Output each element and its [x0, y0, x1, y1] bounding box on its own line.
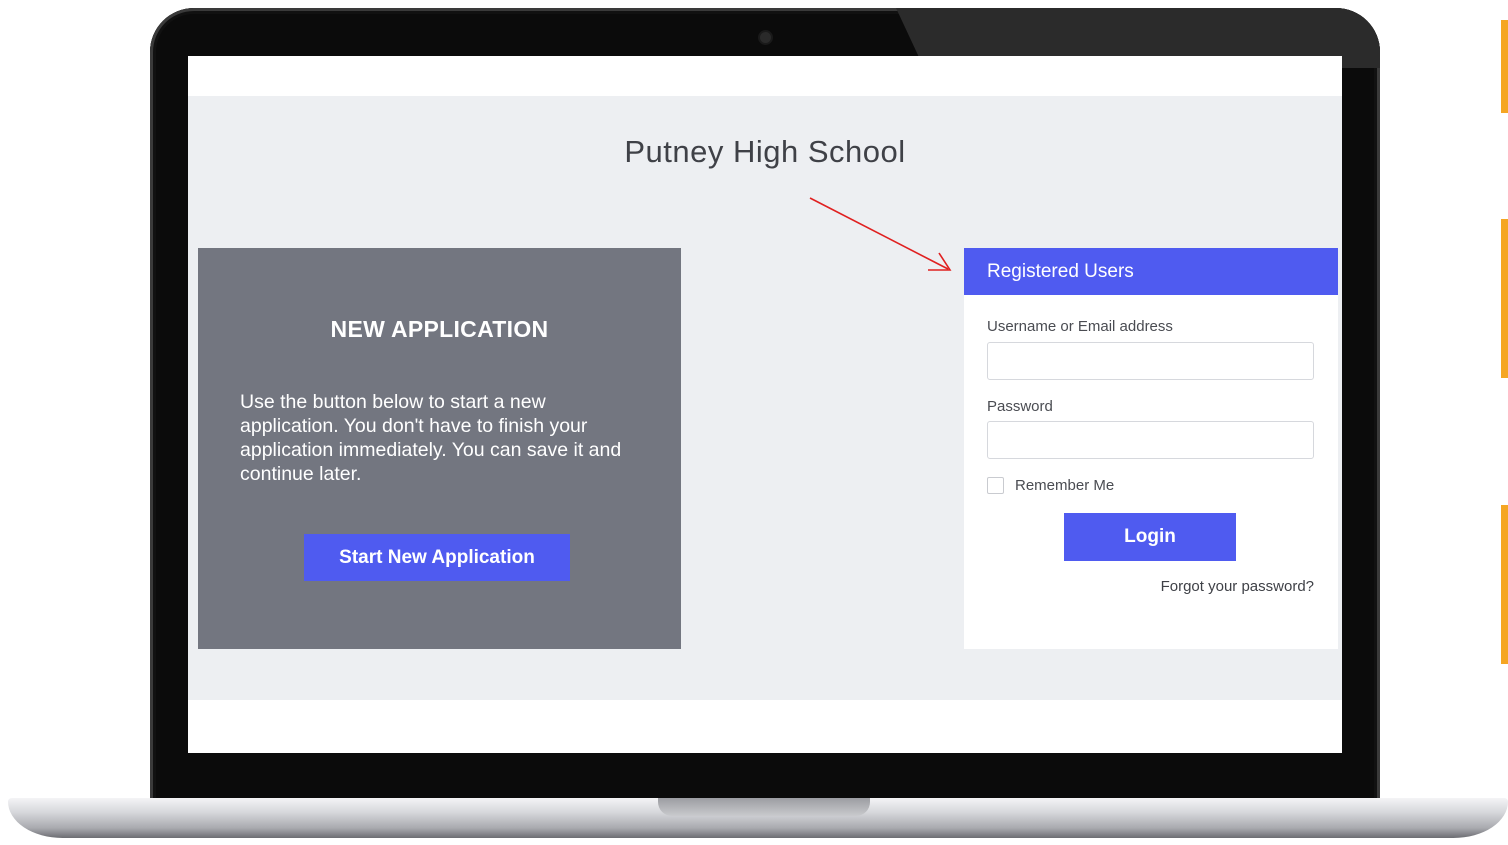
- red-arrow-icon: [809, 197, 952, 271]
- new-application-description: Use the button below to start a new appl…: [240, 391, 622, 485]
- login-card: Registered Users Username or Email addre…: [964, 248, 1338, 649]
- laptop-screen: Putney High School NEW APPLICATION Use t…: [188, 56, 1342, 753]
- laptop-lid: Putney High School NEW APPLICATION Use t…: [150, 8, 1380, 806]
- laptop-base-notch: [658, 798, 870, 816]
- laptop-base: [8, 798, 1508, 838]
- remember-me-label[interactable]: Remember Me: [1015, 477, 1114, 494]
- side-accent-bar: [1501, 20, 1508, 113]
- forgot-password-link[interactable]: Forgot your password?: [1161, 578, 1314, 595]
- username-field[interactable]: [987, 342, 1314, 380]
- webcam-icon: [760, 32, 771, 43]
- password-field[interactable]: [987, 421, 1314, 459]
- password-label: Password: [987, 398, 1053, 415]
- login-button[interactable]: Login: [1064, 513, 1236, 561]
- school-title: Putney High School: [624, 134, 906, 169]
- username-label: Username or Email address: [987, 318, 1173, 335]
- new-application-heading: NEW APPLICATION: [330, 316, 549, 342]
- new-application-card: NEW APPLICATION Use the button below to …: [198, 248, 681, 649]
- login-card-header: Registered Users: [964, 248, 1338, 295]
- side-accent-bar: [1501, 505, 1508, 664]
- start-new-application-button[interactable]: Start New Application: [304, 534, 570, 581]
- remember-me-checkbox[interactable]: [987, 477, 1004, 494]
- side-accent-bar: [1501, 219, 1508, 378]
